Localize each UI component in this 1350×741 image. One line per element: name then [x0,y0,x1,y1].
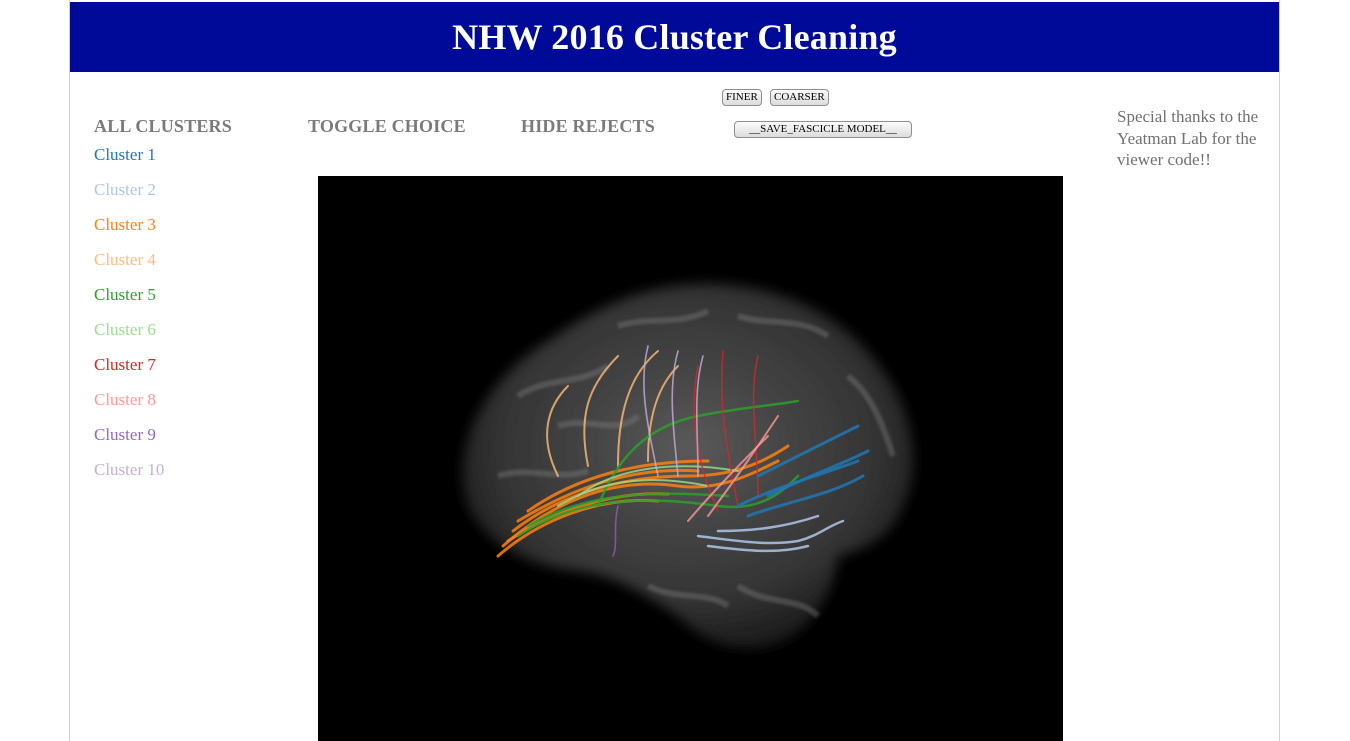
cluster-list: Cluster 1 Cluster 2 Cluster 3 Cluster 4 … [94,144,164,494]
cluster-item-6[interactable]: Cluster 6 [94,319,164,354]
save-fascicle-model-button[interactable]: __SAVE_FASCICLE MODEL__ [734,121,912,138]
coarser-button[interactable]: COARSER [770,89,829,106]
cluster-item-10[interactable]: Cluster 10 [94,459,164,494]
cluster-item-3[interactable]: Cluster 3 [94,214,164,249]
cluster-item-8[interactable]: Cluster 8 [94,389,164,424]
toggle-choice-link[interactable]: TOGGLE CHOICE [308,116,466,137]
brain-viewer-canvas[interactable] [318,176,1063,741]
thanks-note: Special thanks to the Yeatman Lab for th… [1117,107,1259,169]
page-header: NHW 2016 Cluster Cleaning [70,2,1279,72]
finer-button[interactable]: FINER [722,89,762,106]
brain-render [462,283,914,648]
cluster-item-7[interactable]: Cluster 7 [94,354,164,389]
hide-rejects-link[interactable]: HIDE REJECTS [521,116,655,137]
page-title: NHW 2016 Cluster Cleaning [452,17,897,57]
all-clusters-link[interactable]: ALL CLUSTERS [94,116,232,137]
cluster-item-5[interactable]: Cluster 5 [94,284,164,319]
cluster-item-9[interactable]: Cluster 9 [94,424,164,459]
page-edge-mark [66,28,69,40]
cluster-item-4[interactable]: Cluster 4 [94,249,164,284]
cluster-item-1[interactable]: Cluster 1 [94,144,164,179]
cluster-item-2[interactable]: Cluster 2 [94,179,164,214]
